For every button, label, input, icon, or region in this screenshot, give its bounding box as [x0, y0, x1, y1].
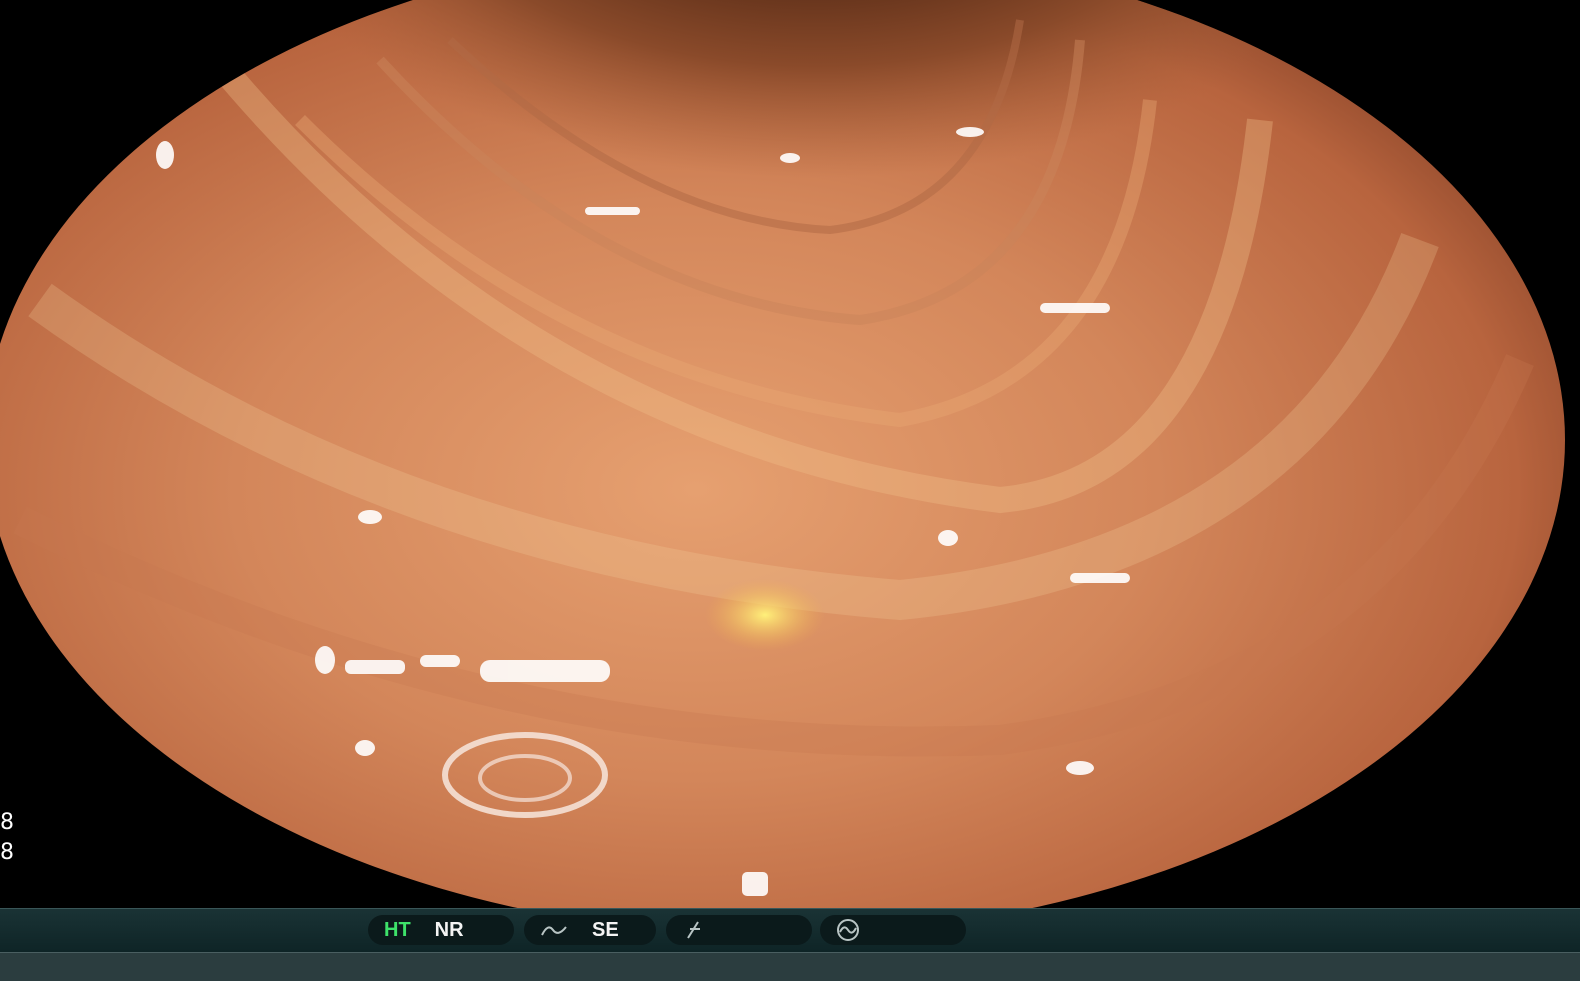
readout-line-1: 8 — [0, 810, 14, 835]
side-readout: 8 8 — [0, 808, 14, 868]
se-indicator[interactable]: SE — [592, 919, 619, 942]
se-pill: SE — [524, 915, 656, 945]
status-bar: HT NR SE — [0, 908, 1580, 953]
readout-line-2: 8 — [0, 840, 14, 865]
circle-wave-icon[interactable] — [836, 918, 860, 942]
ht-indicator[interactable]: HT — [384, 919, 411, 942]
bottom-strip — [0, 952, 1580, 981]
curve-icon[interactable] — [540, 921, 568, 939]
ht-nr-pill: HT NR — [368, 915, 514, 945]
endoscopic-image — [0, 0, 1565, 908]
endoscope-viewport: 8 8 — [0, 0, 1580, 908]
nr-indicator[interactable]: NR — [435, 919, 464, 942]
slash-f-icon[interactable] — [682, 920, 706, 940]
f-pill — [666, 915, 812, 945]
circle-pill — [820, 915, 966, 945]
